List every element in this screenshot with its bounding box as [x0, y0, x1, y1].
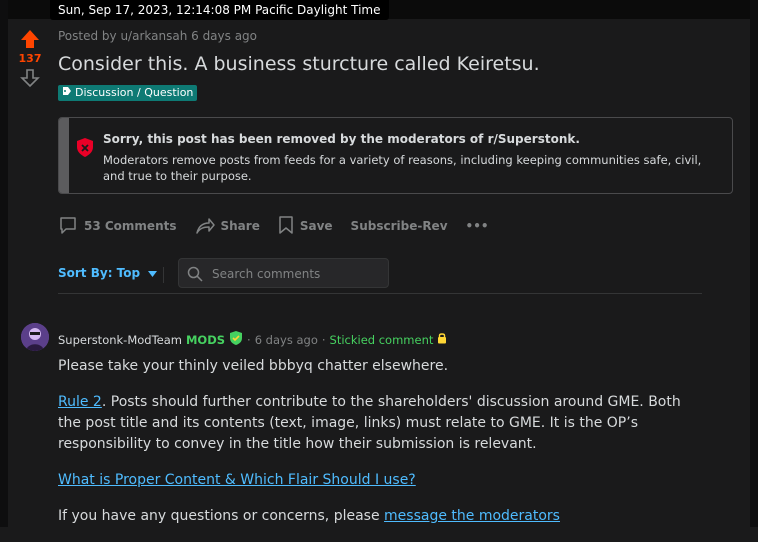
search-input[interactable]	[210, 264, 384, 284]
proper-content-link[interactable]: What is Proper Content & Which Flair Sho…	[58, 472, 416, 488]
toolbar-divider	[163, 267, 164, 283]
vote-column: 137	[16, 29, 44, 88]
comment-paragraph: Please take your thinly veiled bbbyq cha…	[58, 358, 449, 374]
questions-text: If you have any questions or concerns, p…	[58, 508, 385, 524]
mod-shield-icon	[229, 331, 243, 348]
mods-badge: MODS	[185, 332, 226, 347]
caret-down-icon	[148, 266, 158, 280]
timestamp-tooltip: Sun, Sep 17, 2023, 12:14:08 PM Pacific D…	[50, 0, 389, 20]
post-actions: 53 Comments Share Save Subscribe-Rev •••	[58, 213, 507, 239]
tag-icon	[62, 85, 72, 101]
left-gutter	[0, 0, 8, 527]
comments-button[interactable]: 53 Comments	[58, 215, 177, 238]
share-button[interactable]: Share	[195, 215, 260, 238]
meta-separator: ·	[247, 332, 251, 347]
lock-icon	[437, 332, 447, 347]
save-button[interactable]: Save	[278, 215, 333, 238]
comment-toolbar: Sort By: Top	[58, 258, 702, 294]
comment-icon	[58, 215, 78, 238]
comment-paragraph: If you have any questions or concerns, p…	[58, 506, 698, 527]
removed-body: Moderators remove posts from feeds for a…	[103, 153, 702, 183]
rule-2-link[interactable]: Rule 2	[58, 394, 102, 410]
message-moderators-link[interactable]: message the moderators	[384, 508, 560, 524]
meta-separator: ·	[321, 332, 326, 347]
sort-label: Sort By: Top	[58, 266, 141, 280]
shield-x-icon	[77, 138, 93, 161]
post-title[interactable]: Consider this. A business sturcture call…	[58, 53, 540, 75]
flair-label: Discussion / Question	[75, 86, 194, 99]
subscribe-rev-button[interactable]: Subscribe-Rev	[351, 219, 448, 233]
avatar[interactable]	[21, 323, 49, 351]
removed-notice: Sorry, this post has been removed by the…	[58, 117, 733, 194]
post-meta: Posted by u/arkansah 6 days ago	[58, 29, 258, 43]
upvote-arrow-icon[interactable]	[16, 29, 44, 49]
comment-meta: Superstonk-ModTeam MODS · 6 days ago · S…	[58, 331, 447, 348]
search-comments-box[interactable]	[178, 258, 389, 288]
section-divider	[58, 293, 702, 294]
more-options-button[interactable]: •••	[466, 219, 489, 233]
stickied-label: Stickied comment	[329, 332, 434, 347]
post-flair[interactable]: Discussion / Question	[58, 85, 198, 101]
removed-title: Sorry, this post has been removed by the…	[103, 132, 580, 146]
comment-time: 6 days ago	[254, 332, 318, 347]
comment-body: Please take your thinly veiled bbbyq cha…	[58, 356, 698, 542]
comment-author[interactable]: Superstonk-ModTeam	[58, 333, 182, 347]
comment-paragraph: Rule 2. Posts should further contribute …	[58, 392, 698, 455]
sort-dropdown[interactable]: Sort By: Top	[58, 266, 158, 280]
share-icon	[195, 215, 215, 238]
save-label: Save	[299, 219, 333, 233]
more-icon: •••	[465, 219, 489, 233]
comment-paragraph: What is Proper Content & Which Flair Sho…	[58, 470, 698, 491]
rule-2-text: . Posts should further contribute to the…	[58, 394, 681, 452]
notice-bar	[59, 118, 69, 193]
subscribe-label: Subscribe-Rev	[350, 219, 448, 233]
downvote-arrow-icon[interactable]	[16, 68, 44, 88]
comments-label: 53 Comments	[84, 219, 177, 233]
share-label: Share	[220, 219, 260, 233]
bookmark-icon	[278, 215, 294, 238]
post-score: 137	[18, 52, 42, 65]
right-gutter	[750, 0, 758, 527]
